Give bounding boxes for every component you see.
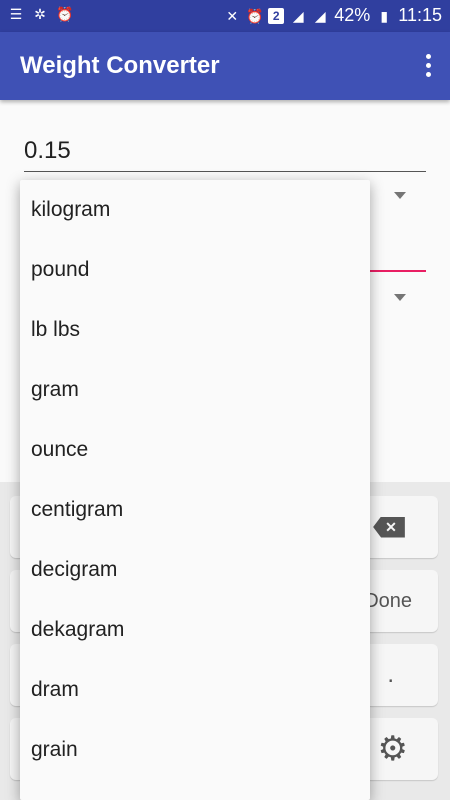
- aperture-icon: ✲: [34, 6, 46, 22]
- app-bar: Weight Converter: [0, 32, 450, 100]
- signal-icon: ◢: [292, 7, 304, 24]
- gear-icon: ⚙: [377, 730, 408, 768]
- dropdown-item-decigram[interactable]: decigram: [20, 540, 370, 600]
- sim-icon: 2: [268, 7, 285, 24]
- dropdown-item-gram[interactable]: gram: [20, 360, 370, 420]
- dot-key-label: .: [387, 661, 394, 688]
- mute-icon: ✕: [226, 7, 239, 24]
- dropdown-item-lb-lbs[interactable]: lb lbs: [20, 300, 370, 360]
- weight-input-value: 0.15: [24, 137, 71, 164]
- list-icon: ☰: [9, 6, 23, 22]
- weight-input[interactable]: 0.15: [24, 132, 426, 172]
- page-title: Weight Converter: [20, 52, 220, 79]
- done-key-label: Done: [364, 589, 412, 612]
- clock: 11:15: [398, 5, 442, 25]
- to-unit-spinner-arrow-icon[interactable]: [394, 294, 406, 301]
- alarm-icon: ⏰: [56, 6, 74, 22]
- signal-icon: ◢: [314, 7, 326, 24]
- from-unit-spinner-arrow-icon[interactable]: [394, 192, 406, 199]
- battery-percent: 42%: [334, 5, 371, 25]
- alarm-icon: ⏰: [246, 7, 264, 24]
- battery-icon: ▮: [380, 7, 389, 24]
- dropdown-item-pound[interactable]: pound: [20, 240, 370, 300]
- backspace-icon: ✕: [373, 516, 405, 538]
- unit-dropdown: kilogram pound lb lbs gram ounce centigr…: [20, 180, 370, 800]
- dropdown-item-centigram[interactable]: centigram: [20, 480, 370, 540]
- overflow-menu-icon[interactable]: [420, 54, 436, 78]
- status-bar: ☰ ✲ ⏰ ✕ ⏰ 2 ◢ ◢ 42% ▮ 11:15: [0, 0, 450, 32]
- dropdown-item-grain[interactable]: grain: [20, 720, 370, 780]
- dropdown-item-kilogram[interactable]: kilogram: [20, 180, 370, 240]
- dropdown-item-dram[interactable]: dram: [20, 660, 370, 720]
- dropdown-item-ounce[interactable]: ounce: [20, 420, 370, 480]
- dropdown-item-dekagram[interactable]: dekagram: [20, 600, 370, 660]
